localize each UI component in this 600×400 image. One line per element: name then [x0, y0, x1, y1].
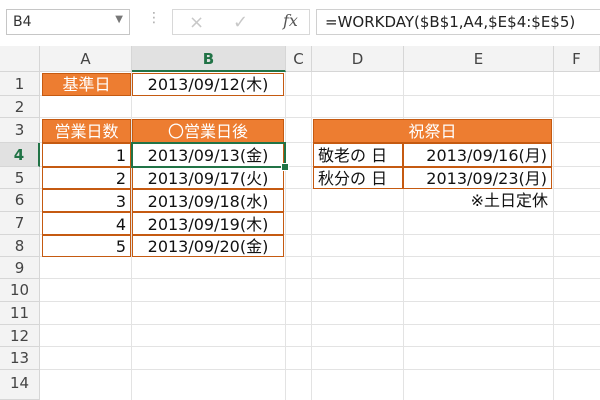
- cell-d3[interactable]: 祝祭日: [313, 119, 552, 143]
- row-header-7[interactable]: 7: [0, 212, 40, 235]
- name-box-value: B4: [13, 14, 32, 30]
- cell-b7[interactable]: 2013/09/19(木): [132, 212, 284, 235]
- cell-a1[interactable]: 基準日: [42, 73, 131, 96]
- cell-e6[interactable]: ※土日定休: [403, 189, 552, 212]
- row-header-8[interactable]: 8: [0, 235, 40, 257]
- cell-b5[interactable]: 2013/09/17(火): [132, 167, 284, 189]
- row-header-1[interactable]: 1: [0, 72, 40, 96]
- more-options-icon: ⋮: [147, 10, 161, 26]
- column-header-b[interactable]: B: [132, 46, 286, 72]
- cell-a7[interactable]: 4: [42, 212, 131, 235]
- formula-bar: B4 ▼ ⋮ × ✓ fx =WORKDAY($B$1,A4,$E$4:$E$5…: [0, 0, 600, 46]
- row-header-14[interactable]: 14: [0, 370, 40, 400]
- chevron-down-icon[interactable]: ▼: [115, 14, 123, 25]
- formula-text: =WORKDAY($B$1,A4,$E$4:$E$5): [325, 13, 576, 31]
- cancel-icon[interactable]: ×: [189, 12, 204, 33]
- cell-a5[interactable]: 2: [42, 167, 131, 189]
- cell-d5[interactable]: 秋分の 日: [313, 167, 403, 189]
- insert-function-icon[interactable]: fx: [283, 11, 298, 30]
- column-header-a[interactable]: A: [40, 46, 132, 72]
- cell-b6[interactable]: 2013/09/18(水): [132, 189, 284, 212]
- column-header-f[interactable]: F: [554, 46, 600, 72]
- row-header-10[interactable]: 10: [0, 279, 40, 302]
- fill-handle[interactable]: [281, 163, 289, 171]
- cell-a3[interactable]: 営業日数: [42, 119, 131, 143]
- worksheet-grid[interactable]: A B C D E F 1 2 3 4 5 6 7 8 9 10 11 12 1…: [0, 46, 600, 400]
- cell-a6[interactable]: 3: [42, 189, 131, 212]
- name-box[interactable]: B4 ▼: [6, 9, 130, 35]
- row-header-3[interactable]: 3: [0, 118, 40, 143]
- cell-e5[interactable]: 2013/09/23(月): [403, 167, 552, 189]
- column-header-e[interactable]: E: [404, 46, 554, 72]
- cell-b3[interactable]: 〇営業日後: [132, 119, 284, 143]
- row-header-5[interactable]: 5: [0, 167, 40, 189]
- select-all-corner[interactable]: [0, 46, 40, 72]
- row-header-4[interactable]: 4: [0, 143, 40, 167]
- enter-icon[interactable]: ✓: [233, 12, 248, 33]
- row-header-13[interactable]: 13: [0, 347, 40, 370]
- row-header-11[interactable]: 11: [0, 302, 40, 325]
- formula-buttons: × ✓ fx: [172, 9, 310, 35]
- cell-e4[interactable]: 2013/09/16(月): [403, 143, 552, 167]
- cell-d4[interactable]: 敬老の 日: [313, 143, 403, 167]
- column-header-d[interactable]: D: [312, 46, 404, 72]
- row-header-12[interactable]: 12: [0, 325, 40, 347]
- cell-a4[interactable]: 1: [42, 143, 131, 167]
- cell-b8[interactable]: 2013/09/20(金): [132, 235, 284, 257]
- row-header-6[interactable]: 6: [0, 189, 40, 212]
- column-header-c[interactable]: C: [286, 46, 312, 72]
- cell-b1[interactable]: 2013/09/12(木): [132, 73, 284, 96]
- formula-input[interactable]: =WORKDAY($B$1,A4,$E$4:$E$5): [316, 9, 600, 35]
- cell-a8[interactable]: 5: [42, 235, 131, 257]
- row-header-2[interactable]: 2: [0, 96, 40, 118]
- row-header-9[interactable]: 9: [0, 257, 40, 279]
- active-cell-selection: [131, 142, 286, 168]
